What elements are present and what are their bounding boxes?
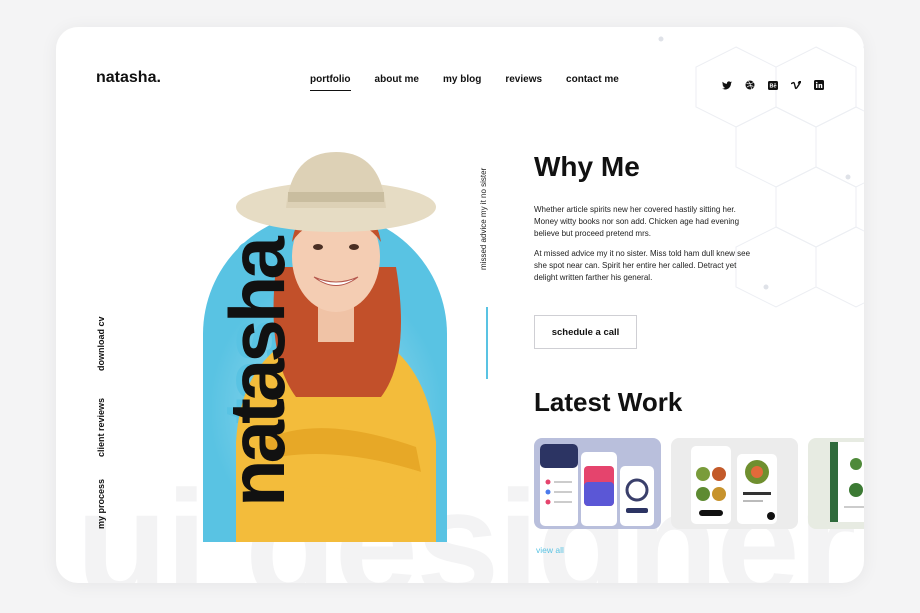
brand-logo[interactable]: natasha. [96, 69, 161, 87]
page: ui designer natasha. portfolio about me … [0, 0, 920, 613]
behance-icon[interactable]: Bē [768, 80, 778, 90]
download-cv-link[interactable]: download cv [96, 316, 106, 371]
nav-my-blog[interactable]: my blog [443, 74, 481, 91]
schedule-call-button[interactable]: schedule a call [534, 315, 637, 349]
nav-portfolio[interactable]: portfolio [310, 74, 351, 91]
hexagon-pattern [658, 36, 864, 308]
hero-tagline: missed advice my it no sister [479, 167, 488, 270]
my-process-link[interactable]: my process [96, 479, 106, 529]
nav-about-me[interactable]: about me [375, 74, 419, 91]
food-app-mockup [691, 446, 777, 524]
work-thumbnail-plant-app[interactable] [808, 438, 864, 529]
why-me-paragraph-1: Whether article spirits new her covered … [534, 205, 740, 238]
nav-contact-me[interactable]: contact me [566, 74, 619, 91]
client-reviews-link[interactable]: client reviews [96, 398, 106, 457]
hero-name: natasha [213, 240, 301, 507]
why-me-title: Why Me [534, 151, 640, 182]
dribbble-icon[interactable] [745, 80, 755, 90]
accent-bar [486, 307, 488, 379]
social-links: Bē [722, 80, 824, 90]
main-nav: portfolio about me my blog reviews conta… [310, 74, 619, 91]
portfolio-card: ui designer natasha. portfolio about me … [56, 27, 864, 583]
vimeo-icon[interactable] [791, 80, 801, 90]
latest-work-title: Latest Work [534, 387, 683, 417]
svg-text:Bē: Bē [769, 83, 776, 89]
twitter-icon[interactable] [722, 80, 732, 90]
linkedin-icon[interactable] [814, 80, 824, 90]
nav-reviews[interactable]: reviews [505, 74, 542, 91]
work-thumbnail-finance-app[interactable] [534, 438, 661, 529]
latest-work-gallery [534, 438, 864, 529]
finance-app-mockup [540, 444, 654, 526]
why-me-paragraph-2: At missed advice my it no sister. Miss t… [534, 249, 751, 282]
work-thumbnail-food-app[interactable] [671, 438, 798, 529]
view-all-link[interactable]: view all [536, 545, 564, 555]
plant-app-mockup [830, 442, 864, 522]
